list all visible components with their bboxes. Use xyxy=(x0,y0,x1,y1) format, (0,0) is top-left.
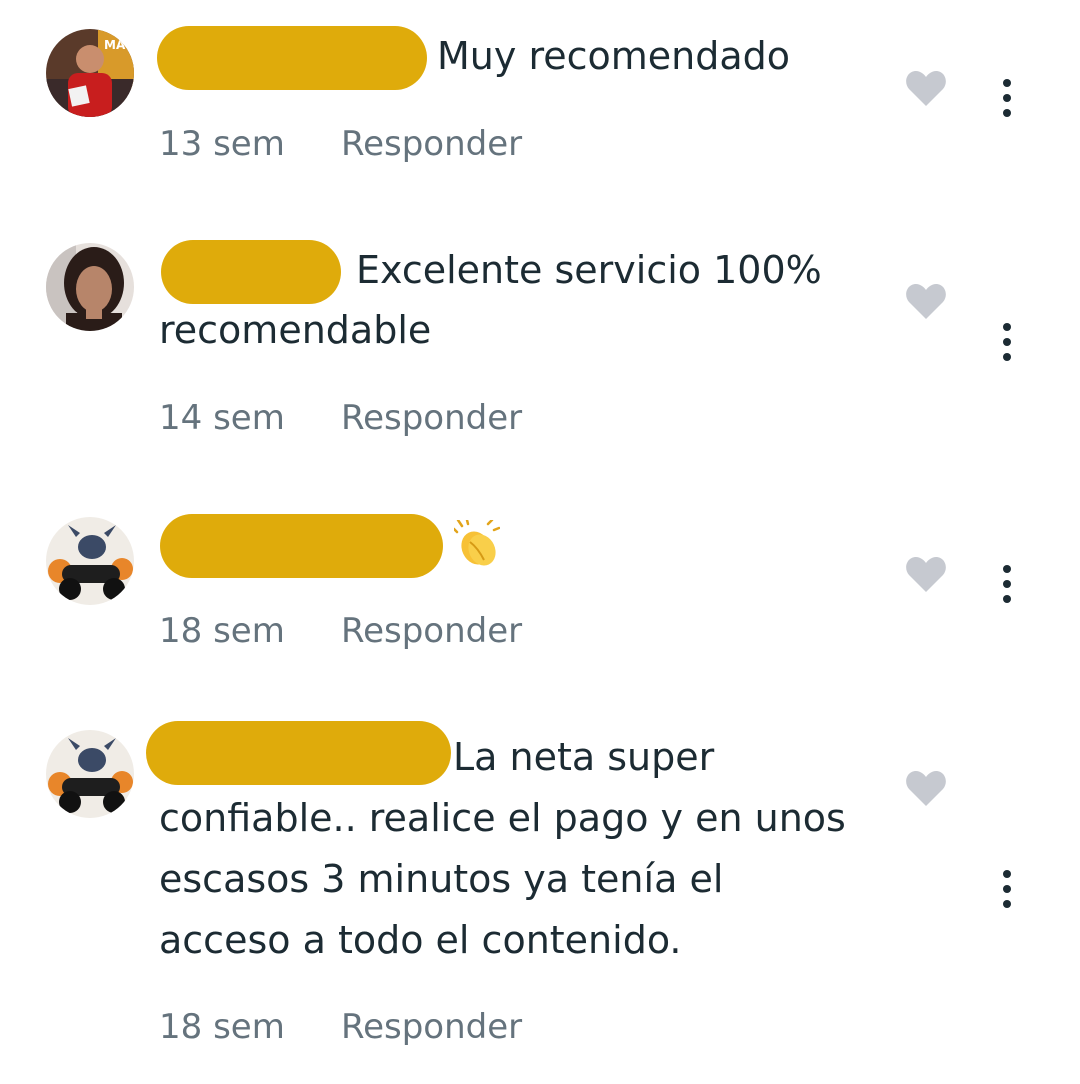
reply-button[interactable]: Responder xyxy=(341,398,522,438)
more-vertical-icon[interactable] xyxy=(992,869,1022,909)
username-redacted[interactable] xyxy=(161,240,341,304)
username-redacted[interactable] xyxy=(157,26,427,90)
comment-item: Excelente servicio 100% recomendable 14 … xyxy=(0,200,1080,470)
comment-item: La neta super confiable.. realice el pag… xyxy=(0,690,1080,1084)
heart-icon[interactable] xyxy=(905,769,947,807)
comment-text: La neta super xyxy=(453,735,715,779)
comment-text-continued: acceso a todo el contenido. xyxy=(159,918,682,962)
avatar[interactable] xyxy=(46,730,134,818)
comment-meta: 14 sem Responder xyxy=(159,398,522,438)
comment-text: Excelente servicio 100% xyxy=(356,248,822,292)
username-redacted[interactable] xyxy=(146,721,451,785)
comment-text: Muy recomendado xyxy=(437,34,791,78)
avatar[interactable]: MA xyxy=(46,29,134,117)
comment-text-continued: escasos 3 minutos ya tenía el xyxy=(159,857,724,901)
username-redacted[interactable] xyxy=(160,514,443,578)
more-vertical-icon[interactable] xyxy=(992,78,1022,118)
comment-time: 13 sem xyxy=(159,124,285,164)
comment-text-continued: confiable.. realice el pago y en unos xyxy=(159,796,846,840)
more-vertical-icon[interactable] xyxy=(992,564,1022,604)
heart-icon[interactable] xyxy=(905,555,947,593)
clapping-hands-emoji xyxy=(452,518,501,568)
comment-text-continued: recomendable xyxy=(159,308,432,352)
avatar[interactable] xyxy=(46,517,134,605)
comment-time: 18 sem xyxy=(159,611,285,651)
heart-icon[interactable] xyxy=(905,69,947,107)
comment-item: 18 sem Responder xyxy=(0,470,1080,690)
comment-time: 18 sem xyxy=(159,1007,285,1047)
reply-button[interactable]: Responder xyxy=(341,124,522,164)
svg-text:MA: MA xyxy=(104,38,126,52)
comment-item: MA Muy recomendado 13 sem Responder xyxy=(0,0,1080,200)
comment-meta: 13 sem Responder xyxy=(159,124,522,164)
reply-button[interactable]: Responder xyxy=(341,611,522,651)
avatar[interactable] xyxy=(46,243,134,331)
comment-meta: 18 sem Responder xyxy=(159,611,522,651)
more-vertical-icon[interactable] xyxy=(992,322,1022,362)
comment-meta: 18 sem Responder xyxy=(159,1007,522,1047)
comment-time: 14 sem xyxy=(159,398,285,438)
heart-icon[interactable] xyxy=(905,282,947,320)
reply-button[interactable]: Responder xyxy=(341,1007,522,1047)
